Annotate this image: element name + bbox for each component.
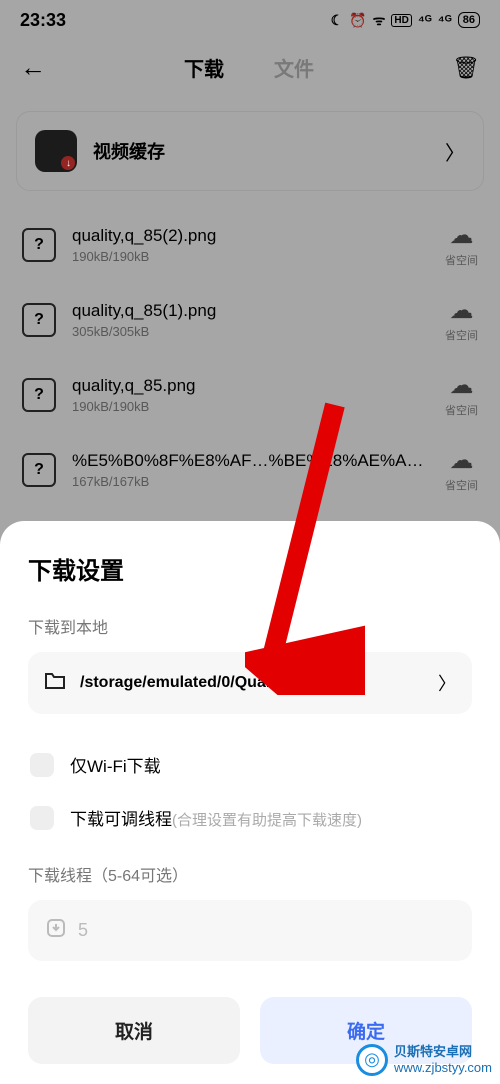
cancel-button[interactable]: 取消 [28, 997, 240, 1064]
folder-icon [44, 672, 66, 695]
watermark-icon: ◎ [356, 1044, 388, 1076]
wifi-only-checkbox[interactable] [30, 753, 54, 777]
download-icon [46, 918, 66, 943]
chevron-right-icon: 〉 [438, 670, 456, 696]
threads-checkbox[interactable] [30, 806, 54, 830]
watermark-title: 贝斯特安卓网 [394, 1044, 492, 1060]
watermark: ◎ 贝斯特安卓网 www.zjbstyy.com [356, 1044, 492, 1076]
wifi-only-label: 仅Wi-Fi下载 [70, 752, 161, 777]
annotation-arrow [245, 395, 365, 700]
watermark-url: www.zjbstyy.com [394, 1060, 492, 1076]
adjustable-threads-row[interactable]: 下载可调线程(合理设置有助提高下载速度) [28, 791, 472, 844]
wifi-only-row[interactable]: 仅Wi-Fi下载 [28, 738, 472, 791]
thread-range-label: 下载线程（5-64可选） [28, 862, 472, 886]
thread-count-value: 5 [78, 920, 88, 941]
thread-count-input[interactable]: 5 [28, 900, 472, 961]
threads-label: 下载可调线程(合理设置有助提高下载速度) [70, 805, 362, 830]
